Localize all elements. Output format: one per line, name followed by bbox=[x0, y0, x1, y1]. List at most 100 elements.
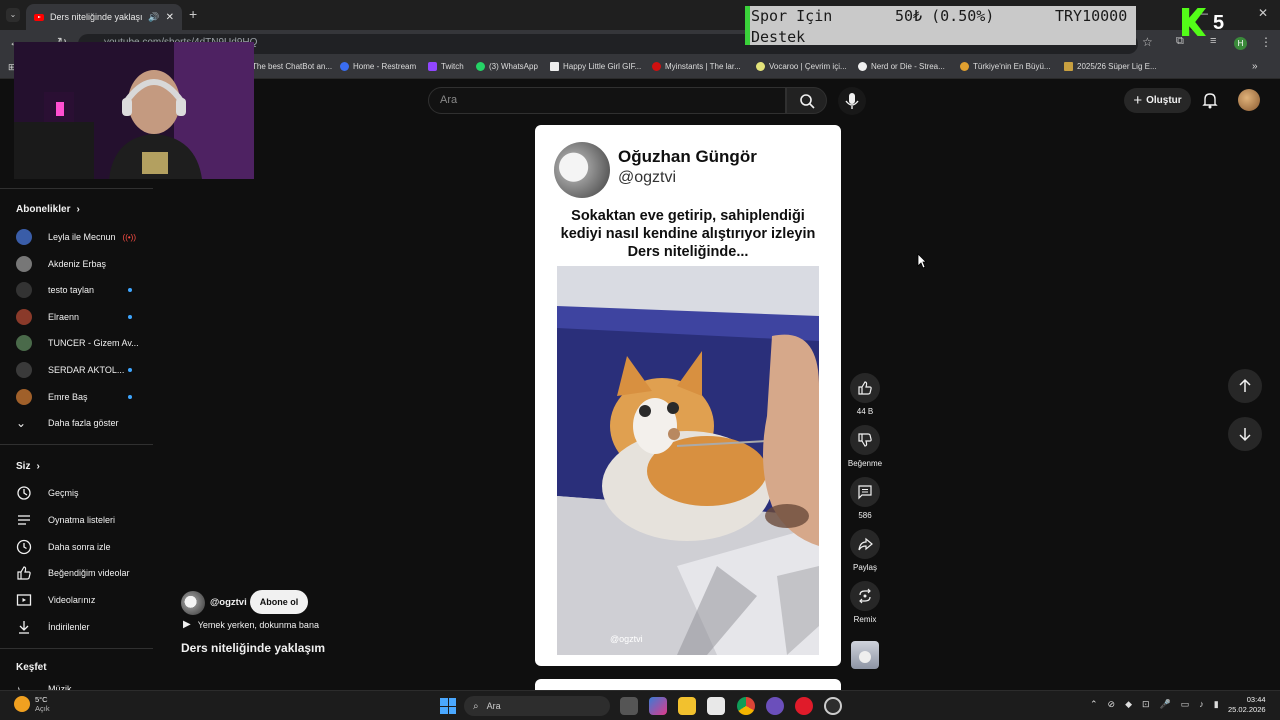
channel-avatar[interactable] bbox=[181, 591, 205, 615]
mouse-cursor-icon bbox=[917, 253, 927, 269]
subscriptions-header[interactable]: Abonelikler › bbox=[16, 204, 80, 215]
chrome-icon[interactable] bbox=[737, 697, 755, 715]
comment-icon bbox=[858, 485, 872, 500]
comments-button[interactable]: 586 bbox=[846, 477, 884, 520]
bookmark-item[interactable]: 2025/26 Süper Lig E... bbox=[1064, 62, 1157, 71]
sidebar-item-playlists[interactable]: Oynatma listeleri bbox=[16, 510, 146, 530]
subscriptions-title: Abonelikler bbox=[16, 204, 71, 215]
tweet-text: Sokaktan eve getirip, sahiplendiği kediy… bbox=[560, 208, 816, 260]
taskbar-search[interactable]: ⌕ Ara bbox=[464, 696, 610, 716]
share-button[interactable]: Paylaş bbox=[846, 529, 884, 572]
clock-icon bbox=[16, 539, 32, 555]
opera-icon[interactable] bbox=[795, 697, 813, 715]
sidebar-item-history[interactable]: Geçmiş bbox=[16, 483, 146, 503]
notifications-button[interactable] bbox=[1200, 90, 1220, 110]
bookmark-item[interactable]: Home - Restream bbox=[340, 62, 416, 71]
clock[interactable]: 03:44 25.02.2026 bbox=[1228, 695, 1266, 715]
app-icon[interactable] bbox=[824, 697, 842, 715]
search-input[interactable]: Ara bbox=[428, 87, 786, 114]
bookmark-item[interactable]: The best ChatBot an... bbox=[252, 62, 332, 71]
copilot-icon[interactable] bbox=[649, 697, 667, 715]
subscribe-button[interactable]: Abone ol bbox=[250, 590, 308, 614]
whatsapp-icon bbox=[476, 62, 485, 71]
myinstants-icon bbox=[652, 62, 661, 71]
app-icon[interactable] bbox=[766, 697, 784, 715]
speaker-icon[interactable]: 🔊 bbox=[148, 12, 159, 23]
thumbs-down-icon bbox=[858, 433, 872, 447]
weather-widget[interactable]: 5°C Açık bbox=[14, 695, 50, 713]
site-favicon-icon bbox=[1064, 62, 1073, 71]
restream-icon bbox=[340, 62, 349, 71]
remix-label: Remix bbox=[853, 615, 877, 624]
sidebar-divider bbox=[0, 444, 153, 445]
account-avatar[interactable] bbox=[1238, 89, 1260, 111]
bookmark-star-icon[interactable]: ☆ bbox=[1142, 35, 1153, 49]
window-close-icon[interactable]: ✕ bbox=[1258, 6, 1268, 20]
twitch-icon bbox=[428, 62, 437, 71]
weather-icon bbox=[14, 696, 30, 712]
bookmarks-overflow-icon[interactable]: » bbox=[1252, 61, 1258, 72]
donation-amount: 50₺ (0.50%) bbox=[895, 7, 995, 25]
bookmark-item[interactable]: Nerd or Die - Strea... bbox=[858, 62, 945, 71]
bookmark-item[interactable]: Türkiye'nin En Büyü... bbox=[960, 62, 1051, 71]
dislike-label: Beğenme bbox=[847, 459, 883, 468]
new-content-dot bbox=[128, 395, 132, 399]
kick-overlay: 5 bbox=[1182, 8, 1234, 38]
search-placeholder: Ara bbox=[440, 94, 458, 106]
arrow-up-icon bbox=[1239, 378, 1251, 392]
you-header[interactable]: Siz › bbox=[16, 461, 40, 472]
sidebar-item-downloads[interactable]: İndirilenler bbox=[16, 617, 146, 637]
file-explorer-icon[interactable] bbox=[678, 697, 696, 715]
bookmark-item[interactable]: (3) WhatsApp bbox=[476, 62, 538, 71]
next-short-button[interactable] bbox=[1228, 417, 1262, 451]
new-tab-icon[interactable]: + bbox=[189, 6, 197, 22]
remix-button[interactable]: Remix bbox=[846, 581, 884, 624]
sidebar-channel[interactable]: Emre Baş bbox=[16, 387, 146, 407]
previous-short-button[interactable] bbox=[1228, 369, 1262, 403]
site-favicon-icon bbox=[960, 62, 969, 71]
sidebar-divider bbox=[0, 648, 153, 649]
new-content-dot bbox=[128, 315, 132, 319]
menu-kebab-icon[interactable]: ⋮ bbox=[1260, 35, 1272, 49]
browser-tab-active[interactable]: Ders niteliğinde yaklaşım 🔊 ✕ bbox=[26, 4, 182, 30]
bookmark-item[interactable]: Vocaroo | Çevrim içi... bbox=[756, 62, 847, 71]
windows-logo-icon bbox=[440, 698, 448, 706]
donation-label: Spor Için bbox=[751, 7, 833, 25]
thumbs-up-icon bbox=[858, 381, 872, 395]
create-button[interactable]: + Oluştur bbox=[1124, 88, 1191, 113]
video-icon bbox=[16, 594, 32, 606]
music-link[interactable]: ▶ Yemek yerken, dokunma bana bbox=[183, 619, 319, 630]
sidebar-channel[interactable]: Akdeniz Erbaş bbox=[16, 254, 146, 274]
sidebar-channel[interactable]: TUNCER - Gizem Av... bbox=[16, 333, 146, 353]
bookmark-item[interactable]: Twitch bbox=[428, 62, 464, 71]
download-icon bbox=[19, 621, 29, 634]
sidebar-channel[interactable]: testo taylan bbox=[16, 280, 146, 300]
sidebar-item-watch-later[interactable]: Daha sonra izle bbox=[16, 537, 146, 557]
sidebar-item-liked-videos[interactable]: Beğendiğim videolar bbox=[16, 563, 146, 583]
profile-icon[interactable]: H bbox=[1234, 37, 1247, 50]
tweet-author-name: Oğuzhan Güngör bbox=[618, 147, 757, 166]
sidebar-channel[interactable]: Leyla ile Mecnun ((•)) bbox=[16, 227, 146, 247]
sidebar-channel[interactable]: SERDAR AKTOL... bbox=[16, 360, 146, 380]
task-view-icon[interactable] bbox=[620, 697, 638, 715]
start-button[interactable] bbox=[440, 698, 456, 714]
dislike-button[interactable]: Beğenme bbox=[846, 425, 884, 468]
show-more-button[interactable]: ⌄ Daha fazla göster bbox=[16, 413, 146, 433]
system-tray-icons[interactable]: ⌃⊘◆⊡🎤▭♪▮ bbox=[1090, 699, 1229, 710]
music-title: Yemek yerken, dokunma bana bbox=[197, 619, 319, 630]
tab-close-icon[interactable]: ✕ bbox=[166, 12, 174, 23]
sidebar-channel[interactable]: Elraenn bbox=[16, 307, 146, 327]
short-video-player[interactable]: Oğuzhan Güngör @ogztvi Sokaktan eve geti… bbox=[535, 125, 841, 666]
store-icon[interactable] bbox=[707, 697, 725, 715]
donation-goal: TRY10000 bbox=[1055, 7, 1128, 25]
like-button[interactable]: 44 B bbox=[846, 373, 884, 416]
channel-handle[interactable]: @ogztvi bbox=[210, 597, 247, 608]
voice-search-button[interactable] bbox=[838, 87, 866, 115]
search-button[interactable] bbox=[786, 87, 827, 114]
bookmark-item[interactable]: Myinstants | The lar... bbox=[652, 62, 741, 71]
tab-list-chevron-icon[interactable]: ⌄ bbox=[6, 8, 20, 22]
sidebar-item-your-videos[interactable]: Videolarınız bbox=[16, 590, 146, 610]
sound-thumbnail[interactable] bbox=[851, 641, 879, 669]
like-count: 44 B bbox=[856, 407, 874, 416]
bookmark-item[interactable]: Happy Little Girl GIF... bbox=[550, 62, 641, 71]
